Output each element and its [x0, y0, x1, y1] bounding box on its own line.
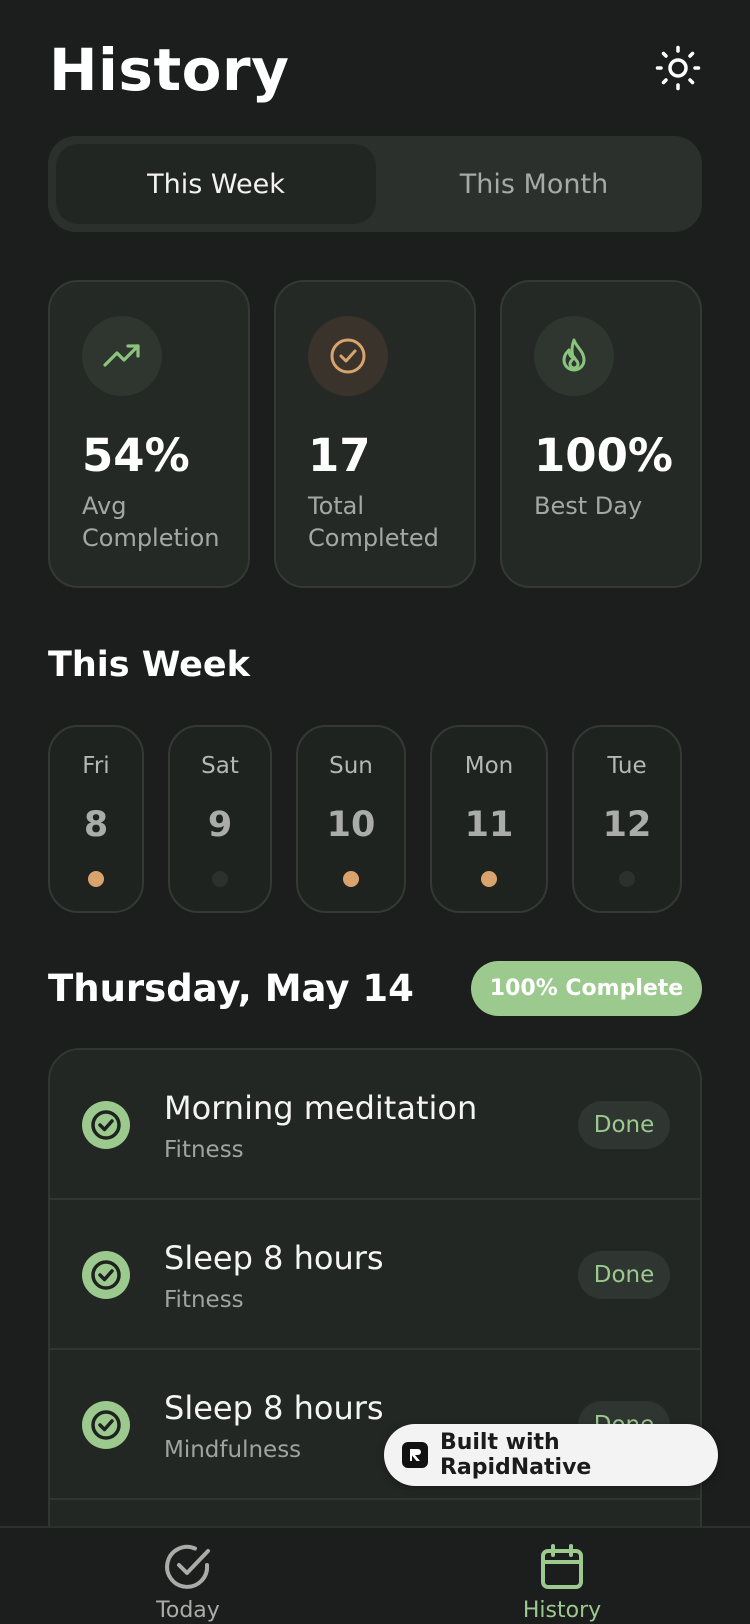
- week-section-title: This Week: [48, 645, 250, 685]
- nav-label-today: Today: [156, 1598, 220, 1623]
- history-screen: History This Week This Month 54% Avg Com…: [0, 0, 750, 1624]
- check-circle-icon: [308, 316, 388, 396]
- day-number: 9: [207, 805, 233, 845]
- sun-icon: [655, 45, 701, 91]
- tab-this-week[interactable]: This Week: [56, 144, 376, 224]
- day-number: 8: [83, 805, 109, 845]
- stat-value: 54%: [82, 429, 190, 482]
- completion-dot: [481, 871, 497, 887]
- day-chip-tue[interactable]: Tue 12: [572, 725, 682, 913]
- completion-dot: [88, 871, 104, 887]
- total-completed-card: 17 Total Completed: [274, 280, 476, 588]
- completion-dot: [212, 871, 228, 887]
- nav-label-history: History: [522, 1598, 602, 1623]
- built-with-label: Built with RapidNative: [439, 1430, 592, 1480]
- task-row[interactable]: Morning meditation Fitness Done: [50, 1050, 700, 1200]
- task-name: Sleep 8 hours: [164, 1239, 384, 1277]
- day-name: Tue: [607, 753, 647, 779]
- best-day-card: 100% Best Day: [500, 280, 702, 588]
- page-title: History: [49, 36, 290, 104]
- stat-label: Best Day: [534, 492, 643, 520]
- stat-label: Avg Completion: [82, 492, 220, 552]
- day-chip-fri[interactable]: Fri 8: [48, 725, 144, 913]
- day-number: 10: [326, 805, 376, 845]
- day-chip-mon[interactable]: Mon 11: [430, 725, 548, 913]
- day-name: Mon: [464, 753, 514, 779]
- check-circle-icon: [165, 1544, 210, 1589]
- stat-label: Total Completed: [308, 492, 439, 552]
- task-row[interactable]: Sleep 8 hours Fitness Done: [50, 1200, 700, 1350]
- completion-dot: [619, 871, 635, 887]
- period-segmented-control: This Week This Month: [48, 136, 702, 232]
- completion-dot: [343, 871, 359, 887]
- calendar-icon: [541, 1544, 583, 1589]
- avg-completion-card: 54% Avg Completion: [48, 280, 250, 588]
- selected-date-title: Thursday, May 14: [48, 967, 414, 1010]
- day-number: 12: [602, 805, 652, 845]
- tab-this-month[interactable]: This Month: [374, 144, 694, 224]
- day-chip-sat[interactable]: Sat 9: [168, 725, 272, 913]
- day-name: Sat: [201, 753, 239, 779]
- trending-up-icon: [82, 316, 162, 396]
- flame-icon: [534, 316, 614, 396]
- stat-value: 17: [308, 429, 371, 482]
- stat-value: 100%: [534, 429, 674, 482]
- nav-tab-today[interactable]: Today: [108, 1542, 268, 1623]
- task-name: Sleep 8 hours: [164, 1389, 384, 1427]
- completion-badge: 100% Complete: [471, 961, 702, 1016]
- built-with-badge[interactable]: Built with RapidNative: [384, 1424, 718, 1486]
- bottom-tab-bar: Today History: [0, 1526, 750, 1624]
- day-name: Sun: [329, 753, 373, 779]
- nav-tab-history[interactable]: History: [482, 1542, 642, 1623]
- check-circle-icon: [82, 1401, 130, 1449]
- task-category: Fitness: [164, 1287, 244, 1313]
- task-name: Morning meditation: [164, 1089, 478, 1127]
- task-category: Fitness: [164, 1137, 244, 1163]
- check-circle-icon: [82, 1251, 130, 1299]
- day-number: 11: [464, 805, 514, 845]
- day-name: Fri: [82, 753, 110, 779]
- task-category: Mindfulness: [164, 1437, 302, 1463]
- check-circle-icon: [82, 1101, 130, 1149]
- task-status-badge: Done: [578, 1251, 670, 1299]
- rapidnative-logo-icon: [402, 1442, 428, 1468]
- theme-toggle-button[interactable]: [650, 40, 706, 96]
- day-chip-sun[interactable]: Sun 10: [296, 725, 406, 913]
- task-status-badge: Done: [578, 1101, 670, 1149]
